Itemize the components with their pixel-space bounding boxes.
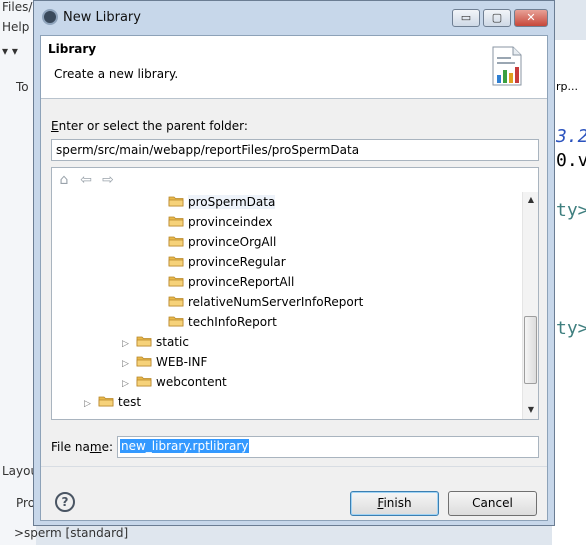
minimize-button[interactable]: ▭ (452, 9, 480, 27)
tree-item[interactable]: ▷ static (122, 332, 189, 352)
folder-icon (168, 196, 184, 207)
dialog-title: New Library (63, 10, 141, 25)
bg-fragment: 0.v (556, 150, 586, 171)
expand-arrow-icon[interactable]: ▷ (122, 374, 136, 394)
bg-fragment: To (16, 80, 29, 94)
tree-item-label: proSpermData (188, 195, 276, 209)
forward-arrow-icon[interactable]: ⇨ (100, 172, 116, 188)
folder-icon (136, 356, 152, 367)
tree-scrollbar[interactable]: ▲ ▼ (522, 192, 538, 419)
tree-item-label: provinceRegular (188, 255, 286, 269)
bg-fragment: rp... (556, 80, 578, 93)
bg-fragment: ty> (556, 318, 586, 339)
file-name-input[interactable]: new_library.rptlibrary (117, 436, 539, 458)
bg-fragment: ty> (556, 200, 586, 221)
scroll-thumb[interactable] (524, 316, 537, 384)
background-ide-left: Files/p Help ▾ ▾ To Layou Pro >sperm [st… (0, 0, 128, 545)
tree-item[interactable]: ▷ test (84, 392, 141, 412)
wizard-header: Library Create a new library. (41, 36, 547, 99)
tree-toolbar: ⌂ ⇦ ⇨ (52, 168, 522, 192)
folder-icon (168, 236, 184, 247)
close-button[interactable]: ✕ (514, 9, 548, 27)
report-library-icon (492, 46, 522, 86)
dialog-content: Library Create a new library. Enter or s… (40, 35, 548, 521)
title-bar[interactable]: New Library ▭ ▢ ✕ (34, 1, 554, 35)
wizard-title: Library (48, 42, 97, 56)
tree-item[interactable]: techInfoReport (154, 312, 277, 332)
folder-icon (168, 276, 184, 287)
tree-item[interactable]: provinceOrgAll (154, 232, 276, 252)
finish-button[interactable]: Finish (350, 491, 439, 516)
folder-icon (98, 396, 114, 407)
expand-arrow-icon[interactable]: ▷ (122, 334, 136, 354)
tree-item-label: provinceOrgAll (188, 235, 277, 249)
wizard-description: Create a new library. (54, 67, 179, 81)
new-library-dialog: New Library ▭ ▢ ✕ Library Create a new l… (33, 0, 555, 526)
folder-icon (168, 316, 184, 327)
separator (41, 466, 547, 467)
back-arrow-icon[interactable]: ⇦ (78, 172, 94, 188)
tree-item[interactable]: provinceRegular (154, 252, 286, 272)
eclipse-icon (42, 9, 58, 25)
home-icon[interactable]: ⌂ (56, 172, 72, 188)
tree-item-label: provinceReportAll (188, 275, 295, 289)
tree-item[interactable]: ▷ webcontent (122, 372, 227, 392)
folder-icon (136, 376, 152, 387)
tree-item-label: techInfoReport (188, 315, 277, 329)
folder-icon (136, 336, 152, 347)
tree-item-label: test (118, 395, 142, 409)
bg-fragment: ▾ ▾ (2, 44, 18, 58)
folder-icon (168, 296, 184, 307)
scroll-up-arrow-icon[interactable]: ▲ (523, 192, 538, 208)
cancel-button[interactable]: Cancel (448, 491, 537, 516)
folder-icon (168, 256, 184, 267)
scroll-down-arrow-icon[interactable]: ▼ (523, 402, 538, 418)
file-name-value: new_library.rptlibrary (120, 439, 250, 453)
parent-folder-input[interactable]: sperm/src/main/webapp/reportFiles/proSpe… (51, 139, 539, 161)
bg-fragment: Help (2, 20, 30, 34)
tree-item[interactable]: provinceindex (154, 212, 272, 232)
bg-fragment: 3.2 (556, 126, 586, 147)
folder-tree[interactable]: ⌂ ⇦ ⇨ proSpermData provinceindex provinceO… (51, 167, 539, 420)
tree-item[interactable]: proSpermData (154, 192, 276, 212)
expand-arrow-icon[interactable]: ▷ (84, 394, 98, 414)
bg-fragment: >sperm [standard] (14, 526, 129, 540)
tree-item-label: static (156, 335, 189, 349)
folder-icon (168, 216, 184, 227)
tree-item-label: WEB-INF (156, 355, 208, 369)
maximize-button[interactable]: ▢ (483, 9, 511, 27)
tree-item-label: provinceindex (188, 215, 273, 229)
help-icon[interactable]: ? (55, 492, 75, 512)
tree-item-label: relativeNumServerInfoReport (188, 295, 364, 309)
expand-arrow-icon[interactable]: ▷ (122, 354, 136, 374)
tree-item-label: webcontent (156, 375, 227, 389)
parent-folder-label: Enter or select the parent folder: (51, 119, 248, 133)
tree-item[interactable]: provinceReportAll (154, 272, 294, 292)
tree-item[interactable]: relativeNumServerInfoReport (154, 292, 363, 312)
tree-item[interactable]: ▷ WEB-INF (122, 352, 207, 372)
background-editor-right: rp... 3.2 0.v ty> ty> (552, 40, 586, 545)
file-name-label: File name: (51, 440, 113, 454)
